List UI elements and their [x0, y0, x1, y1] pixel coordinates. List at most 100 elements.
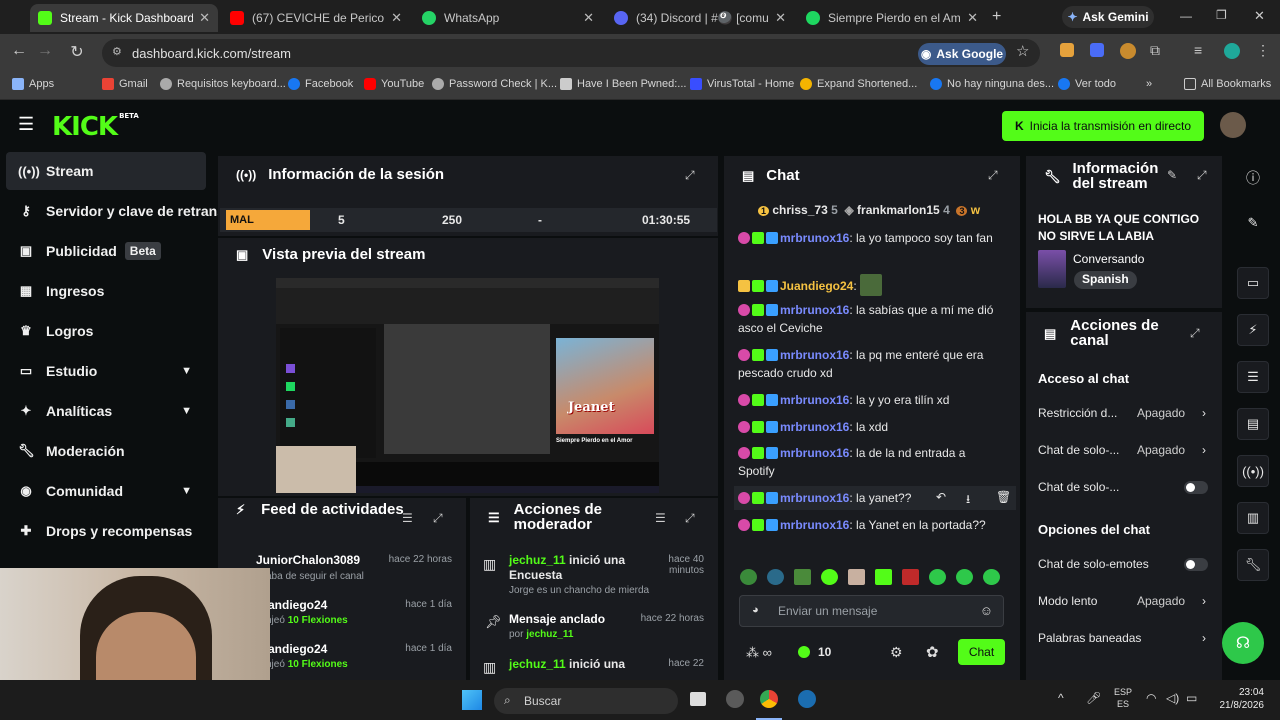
- kick-logo[interactable]: KICK BETA: [52, 112, 139, 142]
- task-view-icon[interactable]: [690, 692, 706, 706]
- lightning-shortcut-icon[interactable]: ⚡︎: [1237, 314, 1269, 346]
- tab-discord[interactable]: (34) Discord | #🎱 [comunid…✕: [606, 4, 794, 32]
- emote-icon[interactable]: [740, 569, 757, 585]
- emote-icon[interactable]: [767, 569, 784, 585]
- emote-icon[interactable]: [929, 569, 946, 585]
- bookmark-password-check[interactable]: Password Check | K...: [432, 78, 557, 90]
- battery-icon[interactable]: ▭: [1186, 691, 1197, 705]
- steam-taskbar-icon[interactable]: [798, 690, 816, 708]
- all-bookmarks[interactable]: All Bookmarks: [1184, 78, 1271, 90]
- send-chat-button[interactable]: Chat: [958, 639, 1005, 665]
- edit-pencil-icon[interactable]: ✎: [1167, 168, 1177, 182]
- volume-icon[interactable]: ◁): [1166, 691, 1179, 705]
- close-icon[interactable]: ✕: [583, 10, 594, 26]
- sidebar-item-moderation[interactable]: 🔧︎ Moderación: [6, 432, 206, 470]
- language-indicator[interactable]: ESP ES: [1114, 686, 1132, 710]
- delete-trash-icon[interactable]: 🗑︎: [996, 490, 1011, 504]
- chat-message[interactable]: mrbrunox16: la pq me enteré que era pesc…: [738, 346, 1000, 382]
- chat-message[interactable]: Juandiego24:: [738, 274, 1000, 296]
- emote-icon[interactable]: [875, 569, 892, 585]
- ask-google-button[interactable]: ◉ Ask Google: [918, 43, 1006, 65]
- bookmark-requisitos[interactable]: Requisitos keyboard...: [160, 78, 286, 90]
- sidebar-item-income[interactable]: ▦ Ingresos: [6, 272, 206, 310]
- reload-icon[interactable]: ↻: [66, 42, 88, 62]
- chat-message[interactable]: mrbrunox16: la sabías que a mí me dió as…: [738, 301, 1000, 337]
- emote-icon[interactable]: [983, 569, 1000, 585]
- site-info-icon[interactable]: ⚙: [112, 45, 122, 58]
- channel-points[interactable]: 10: [798, 645, 831, 659]
- sidebar-item-achievements[interactable]: ♛ Logros: [6, 312, 206, 350]
- microphone-icon[interactable]: 🎤︎: [1086, 691, 1101, 705]
- chat-shortcut-icon[interactable]: ▤: [1237, 408, 1269, 440]
- setting-row[interactable]: Palabras baneadas ›: [1038, 630, 1210, 646]
- bookmark-virustotal[interactable]: VirusTotal - Home: [690, 78, 794, 90]
- emote-picker-icon[interactable]: ✿: [926, 643, 939, 661]
- tray-overflow-icon[interactable]: ^: [1058, 691, 1064, 705]
- bookmark-gmail[interactable]: Gmail: [102, 78, 148, 90]
- chat-message[interactable]: mrbrunox16: la yanet??: [738, 489, 1000, 507]
- tab-spotify[interactable]: Siempre Pierdo en el Amor - …✕: [798, 4, 986, 32]
- emote-icon[interactable]: [821, 569, 838, 585]
- extension-badge-icon[interactable]: [1120, 43, 1136, 59]
- bookmark-hibp[interactable]: Have I Been Pwned:...: [560, 78, 686, 90]
- sidebar-item-studio[interactable]: ▭ Estudio ▼: [6, 352, 206, 390]
- ask-gemini-button[interactable]: ✦ Ask Gemini: [1062, 6, 1154, 28]
- chat-message[interactable]: mrbrunox16: la y yo era tilín xd: [738, 391, 1000, 409]
- windows-start-icon[interactable]: [462, 690, 482, 710]
- pin-icon[interactable]: ⭳: [966, 490, 970, 511]
- discord-taskbar-icon[interactable]: [726, 690, 744, 708]
- forward-icon[interactable]: →: [34, 42, 56, 60]
- clock[interactable]: 23:04 21/8/2026: [1208, 686, 1265, 712]
- close-icon[interactable]: ✕: [199, 10, 210, 26]
- sidebar-item-analytics[interactable]: ✦ Analíticas ▼: [6, 392, 206, 430]
- chat-message[interactable]: mrbrunox16: la de la nd entrada a Spotif…: [738, 444, 1000, 480]
- taskbar-search-input[interactable]: ⌕ Buscar: [494, 688, 678, 714]
- info-icon[interactable]: ⓘ: [1246, 168, 1260, 188]
- channel-actions-shortcut-icon[interactable]: ▥: [1237, 502, 1269, 534]
- session-info-shortcut-icon[interactable]: ▭: [1237, 267, 1269, 299]
- expand-icon[interactable]: ⤢: [433, 511, 443, 526]
- emote-icon[interactable]: [848, 569, 865, 585]
- feed-item-user[interactable]: …andiego24: [256, 598, 396, 612]
- emoji-icon[interactable]: ☺: [980, 603, 993, 618]
- tab-whatsapp[interactable]: WhatsApp ✕: [414, 4, 602, 32]
- back-icon[interactable]: ←: [8, 42, 30, 60]
- chat-message[interactable]: mrbrunox16: la Yanet en la portada??: [738, 516, 1000, 534]
- go-live-button[interactable]: K Inicia la transmisión en directo: [1002, 111, 1204, 141]
- chrome-taskbar-icon[interactable]: [760, 690, 778, 708]
- tab-search-icon[interactable]: ≡: [1194, 42, 1202, 58]
- emote-icon[interactable]: [794, 569, 811, 585]
- category-name[interactable]: Conversando: [1073, 252, 1144, 266]
- setting-row[interactable]: Restricción d... Apagado ›: [1038, 405, 1210, 421]
- close-icon[interactable]: ✕: [967, 10, 978, 26]
- feed-item-user[interactable]: …andiego24: [256, 642, 396, 656]
- feed-item-user[interactable]: JuniorChalon3089: [256, 553, 396, 567]
- filter-icon[interactable]: ☰: [402, 511, 413, 525]
- tab-kick-dashboard[interactable]: Stream - Kick Dashboard ✕: [30, 4, 218, 32]
- settings-gear-icon[interactable]: ⚙: [890, 644, 903, 661]
- profile-avatar[interactable]: [1224, 43, 1240, 59]
- close-icon[interactable]: ✕: [775, 10, 786, 26]
- reply-icon[interactable]: ↶: [936, 490, 946, 504]
- sidebar-item-ads[interactable]: ▣ Publicidad Beta: [6, 232, 206, 270]
- new-tab-icon[interactable]: +: [992, 8, 1001, 26]
- sidebar-item-stream[interactable]: ((•)) Stream: [6, 152, 206, 190]
- minimize-icon[interactable]: —: [1180, 9, 1192, 23]
- setting-row[interactable]: Chat de solo-... Apagado ›: [1038, 442, 1210, 458]
- tab-youtube[interactable]: (67) CEVICHE de Perico (Dora…✕: [222, 4, 410, 32]
- expand-icon[interactable]: ⤢: [1197, 168, 1207, 183]
- expand-icon[interactable]: ⤢: [685, 168, 695, 183]
- emote-icon[interactable]: [956, 569, 973, 585]
- close-window-icon[interactable]: ✕: [1254, 8, 1265, 24]
- chat-input[interactable]: ◕ Enviar un mensaje ☺: [739, 595, 1004, 627]
- wrench-shortcut-icon[interactable]: 🔧︎: [1237, 549, 1269, 581]
- toggle-switch[interactable]: [1184, 480, 1208, 494]
- menu-kebab-icon[interactable]: ⋮: [1256, 42, 1270, 59]
- extension-icon[interactable]: [1090, 43, 1104, 57]
- wifi-icon[interactable]: ◠: [1146, 691, 1156, 705]
- infinity-icon[interactable]: ⁂ ∞: [746, 645, 772, 661]
- extensions-puzzle-icon[interactable]: ⧉: [1150, 42, 1160, 59]
- user-avatar[interactable]: [1220, 112, 1246, 138]
- url-input[interactable]: ⚙ dashboard.kick.com/stream: [102, 39, 1040, 67]
- bookmark-apps[interactable]: Apps: [12, 78, 54, 90]
